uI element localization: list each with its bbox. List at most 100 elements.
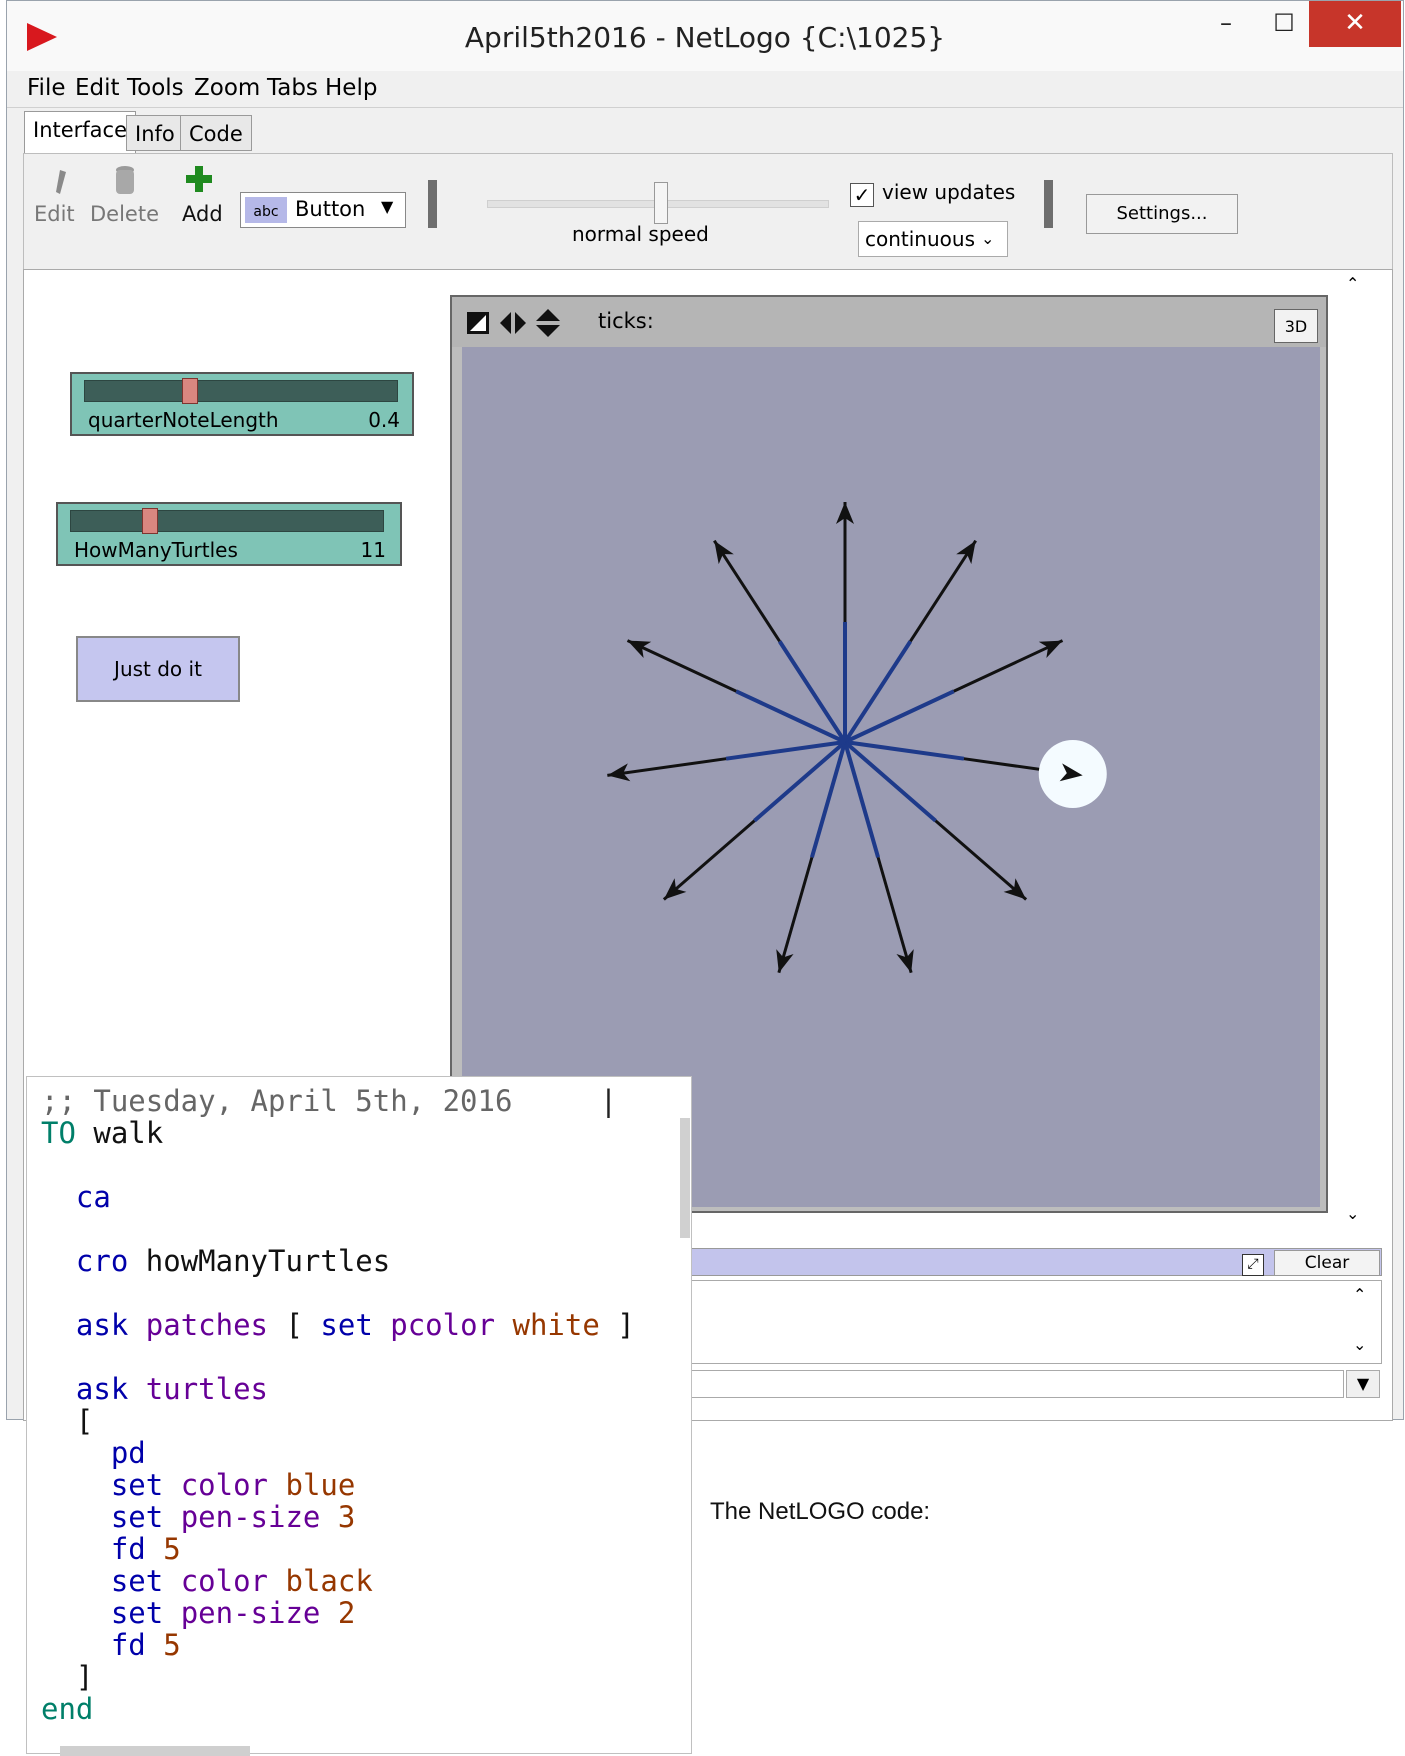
turtle-trail-inner — [843, 741, 880, 858]
code-pen-size: pen-size — [180, 1500, 321, 1534]
ticks-label: ticks: — [598, 309, 654, 333]
slider-track[interactable] — [84, 380, 398, 402]
tab-bar: Interface Info Code — [7, 109, 1403, 153]
menu-tools[interactable]: Tools — [127, 75, 184, 101]
slider-thumb[interactable] — [182, 378, 199, 404]
menu-file[interactable]: File — [27, 75, 66, 101]
clear-button[interactable]: Clear — [1274, 1250, 1380, 1276]
code-color: color — [180, 1564, 269, 1598]
turtle-trail-outer — [909, 539, 977, 643]
widget-type-value: Button — [295, 197, 366, 221]
interface-toolbar: Edit Delete Add abc Button ▼ normal spee… — [23, 153, 1393, 269]
code-fd: fd — [110, 1532, 146, 1566]
code-number: 5 — [163, 1532, 181, 1566]
code-pcolor: pcolor — [390, 1308, 496, 1342]
turtle-arrowhead — [956, 540, 976, 565]
code-bracket: ] — [75, 1660, 94, 1694]
add-button[interactable]: Add — [182, 202, 223, 226]
slider-how-many-turtles[interactable]: HowManyTurtles 11 — [56, 502, 402, 566]
slider-value: 0.4 — [368, 408, 400, 432]
turtle-trail-outer — [662, 819, 756, 901]
menu-edit[interactable]: Edit — [75, 75, 120, 101]
window-title: April5th2016 - NetLogo {C:\1025} — [464, 21, 946, 54]
code-patches: patches — [145, 1308, 268, 1342]
toolbar-separator — [1044, 180, 1053, 228]
update-mode-select[interactable]: continuous ⌄ — [858, 221, 1008, 257]
speed-label: normal speed — [572, 222, 709, 246]
expand-icon[interactable]: ⤢ — [1242, 1254, 1264, 1276]
close-button[interactable]: ✕ — [1309, 1, 1401, 47]
turtle-trail-outer — [626, 639, 737, 693]
slider-track[interactable] — [70, 510, 384, 532]
turtle-trail-outer — [934, 819, 1028, 901]
turtle-arrowhead — [714, 540, 734, 565]
scroll-down-icon[interactable]: ⌄ — [1346, 1204, 1359, 1223]
horizontal-wrap-icon[interactable] — [498, 309, 528, 337]
title-bar[interactable]: April5th2016 - NetLogo {C:\1025} – ☐ ✕ — [7, 1, 1403, 73]
tab-info[interactable]: Info — [126, 115, 184, 151]
slider-value: 11 — [360, 538, 386, 562]
view-updates-label: view updates — [882, 180, 1016, 204]
code-bracket: [ — [75, 1404, 94, 1438]
tab-interface[interactable]: Interface — [24, 111, 137, 153]
code-number: 5 — [163, 1628, 181, 1662]
command-input[interactable] — [690, 1370, 1344, 1398]
code-scrollbar-thumb[interactable] — [680, 1118, 690, 1238]
code-ask: ask — [75, 1308, 129, 1342]
maximize-button[interactable]: ☐ — [1255, 1, 1313, 47]
settings-button[interactable]: Settings... — [1086, 194, 1238, 234]
code-black: black — [285, 1564, 373, 1598]
wrap-toggle-icon[interactable] — [466, 311, 490, 335]
menu-zoom[interactable]: Zoom — [194, 75, 260, 101]
code-keyword-end: end — [41, 1692, 94, 1726]
code-blue: blue — [285, 1468, 356, 1502]
pencil-icon — [46, 164, 76, 196]
view-updates-checkbox[interactable]: ✓ — [850, 183, 874, 207]
code-set: set — [110, 1564, 164, 1598]
slider-quarter-note-length[interactable]: quarterNoteLength 0.4 — [70, 372, 414, 436]
scroll-up-icon[interactable]: ⌃ — [1353, 1285, 1366, 1304]
code-cro: cro — [75, 1244, 129, 1278]
scroll-down-icon[interactable]: ⌄ — [1353, 1335, 1366, 1354]
code-pen-size: pen-size — [180, 1596, 321, 1630]
vertical-wrap-icon[interactable] — [534, 307, 562, 339]
toolbar-separator — [428, 180, 437, 228]
code-comment: ;; Tuesday, April 5th, 2016 — [41, 1084, 513, 1118]
chevron-down-icon: ⌄ — [981, 229, 995, 248]
code-set: set — [110, 1500, 164, 1534]
speed-slider-thumb[interactable] — [654, 182, 668, 224]
code-bracket: [ — [285, 1308, 303, 1342]
delete-button[interactable]: Delete — [90, 202, 159, 226]
button-widget-icon: abc — [245, 197, 287, 223]
code-set: set — [320, 1308, 373, 1342]
just-do-it-button[interactable]: Just do it — [76, 636, 240, 702]
code-turtles: turtles — [145, 1372, 268, 1406]
edit-button[interactable]: Edit — [34, 202, 75, 226]
code-proc-name: walk — [93, 1116, 164, 1150]
slider-name: quarterNoteLength — [88, 408, 279, 432]
code-cro-arg: howManyTurtles — [145, 1244, 391, 1278]
turtle-trail-outer — [876, 856, 913, 974]
command-center-output: ⌃ ⌄ — [690, 1280, 1382, 1364]
chevron-down-icon[interactable]: ▼ — [1346, 1370, 1380, 1398]
scroll-up-icon[interactable]: ⌃ — [1346, 274, 1359, 293]
code-bracket: ] — [617, 1308, 635, 1342]
code-color: color — [180, 1468, 269, 1502]
3d-view-button[interactable]: 3D — [1274, 309, 1318, 343]
code-number: 2 — [337, 1596, 356, 1630]
menu-bar: File Edit Tools Zoom Tabs Help — [7, 71, 1403, 108]
widget-type-select[interactable]: abc Button ▼ — [240, 192, 406, 228]
code-snippet-panel: ;; Tuesday, April 5th, 2016 | TO walk ca… — [26, 1076, 692, 1754]
menu-tabs[interactable]: Tabs — [267, 75, 318, 101]
tab-code[interactable]: Code — [180, 115, 252, 151]
update-mode-value: continuous — [865, 227, 975, 251]
slider-thumb[interactable] — [141, 508, 158, 534]
plus-icon — [184, 164, 214, 194]
minimize-button[interactable]: – — [1197, 1, 1255, 47]
code-number: 3 — [337, 1500, 356, 1534]
interface-scrollbar[interactable]: ⌃ ⌄ — [1340, 274, 1368, 1234]
code-horizontal-scrollbar[interactable] — [60, 1746, 250, 1756]
slider-name: HowManyTurtles — [74, 538, 238, 562]
code-pd: pd — [110, 1436, 146, 1470]
menu-help[interactable]: Help — [325, 75, 377, 101]
